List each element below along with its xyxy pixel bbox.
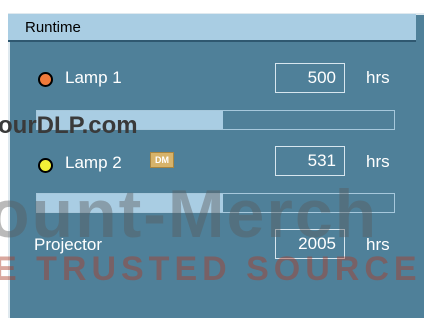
lamp2-usage-fill [37, 194, 223, 212]
lamp2-hours-unit: hrs [366, 152, 390, 171]
lamp1-hours-unit: hrs [366, 68, 390, 87]
projector-hours-value: 2005 [275, 229, 345, 259]
lamp2-label: Lamp 2 [65, 153, 122, 172]
watermark-logo: DM [150, 152, 174, 168]
lamp1-usage-bar [36, 110, 395, 130]
projector-hours-unit: hrs [366, 235, 390, 254]
lamp1-usage-fill [37, 111, 223, 129]
panel-title: Runtime [25, 19, 81, 36]
lamp1-hours-value: 500 [275, 63, 345, 93]
lamp1-label: Lamp 1 [65, 68, 122, 87]
lamp2-usage-bar [36, 193, 395, 213]
lamp2-status-indicator [38, 158, 53, 173]
lamp1-status-indicator [38, 72, 53, 87]
lamp2-hours-value: 531 [275, 146, 345, 176]
projector-label: Projector [34, 235, 103, 254]
